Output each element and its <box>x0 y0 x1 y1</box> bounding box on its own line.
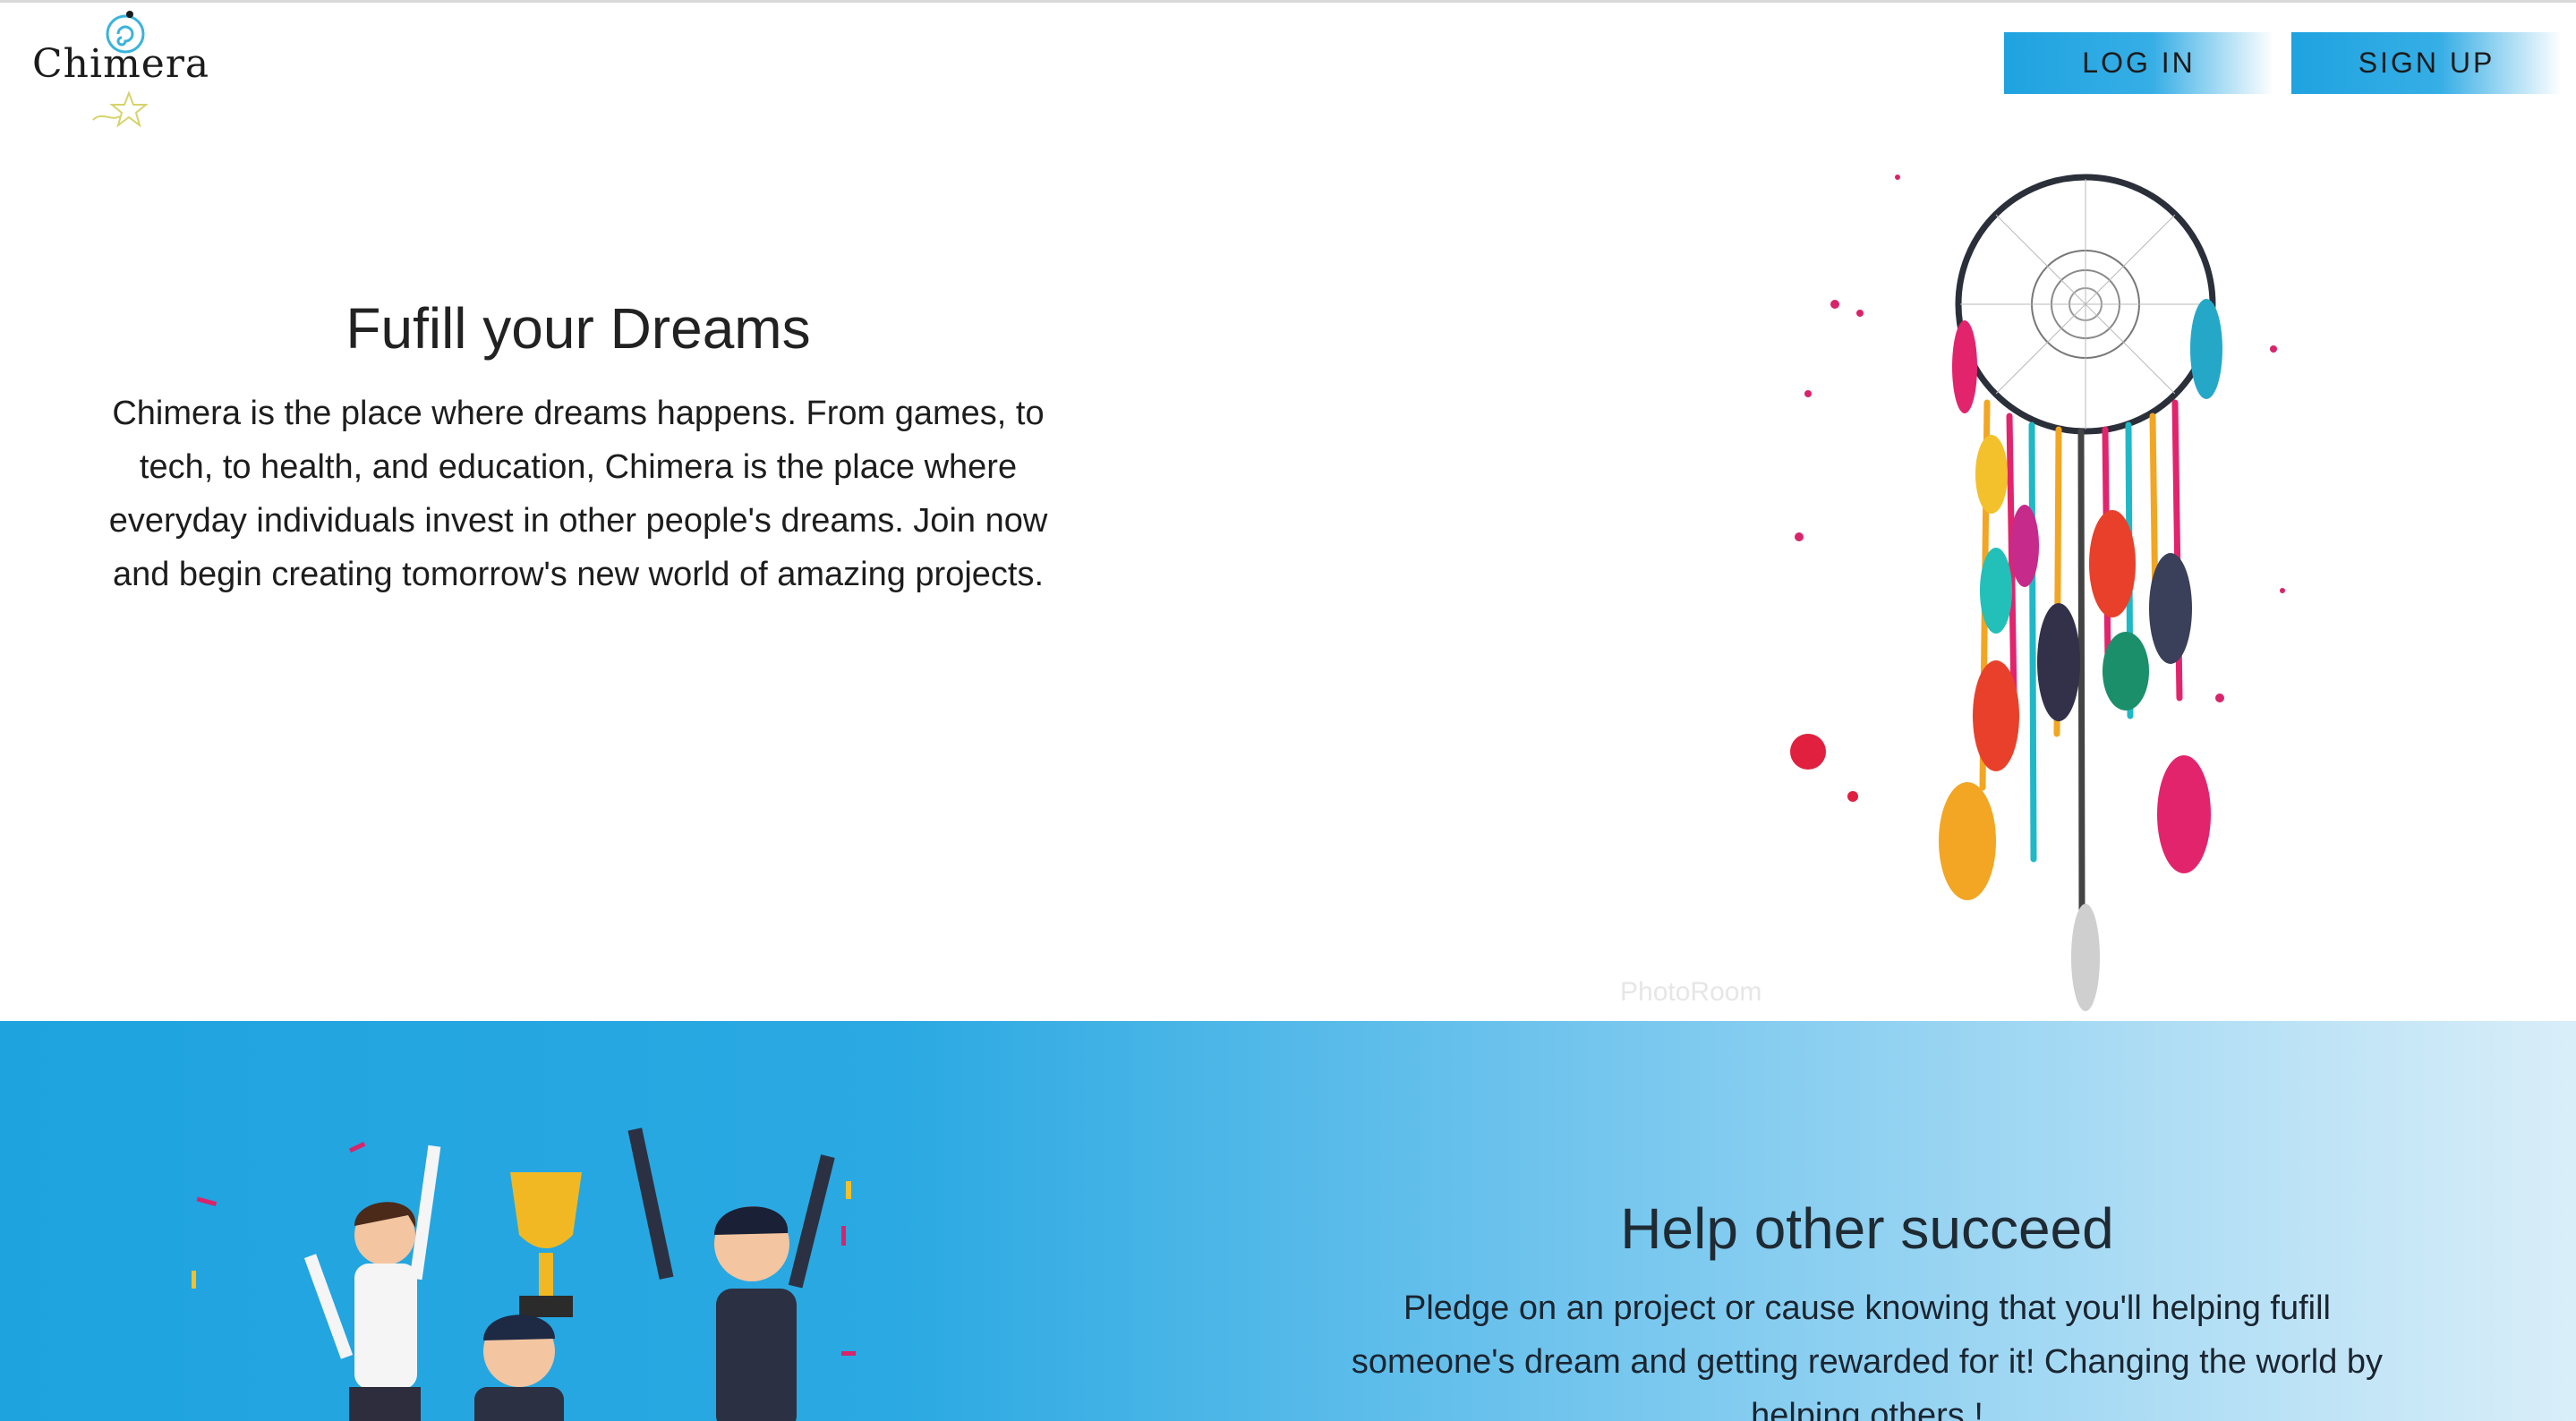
brand-logo[interactable]: Chimera <box>27 7 210 128</box>
celebrating-team-image <box>192 1127 856 1421</box>
hero-title: Fufill your Dreams <box>345 296 811 361</box>
signup-button[interactable]: SIGN UP <box>2291 32 2562 94</box>
help-section-title: Help other succeed <box>1620 1196 2114 1261</box>
hero-description: Chimera is the place where dreams happen… <box>108 395 1048 593</box>
star-icon <box>92 90 149 128</box>
help-section-description: Pledge on an project or cause knowing th… <box>1351 1289 2384 1421</box>
photoroom-watermark: PhotoRoom <box>1620 977 1762 1007</box>
top-border <box>0 0 2576 3</box>
dreamcatcher-image <box>1790 174 2285 1011</box>
brand-name: Chimera <box>32 41 210 87</box>
login-button[interactable]: LOG IN <box>2004 32 2273 94</box>
